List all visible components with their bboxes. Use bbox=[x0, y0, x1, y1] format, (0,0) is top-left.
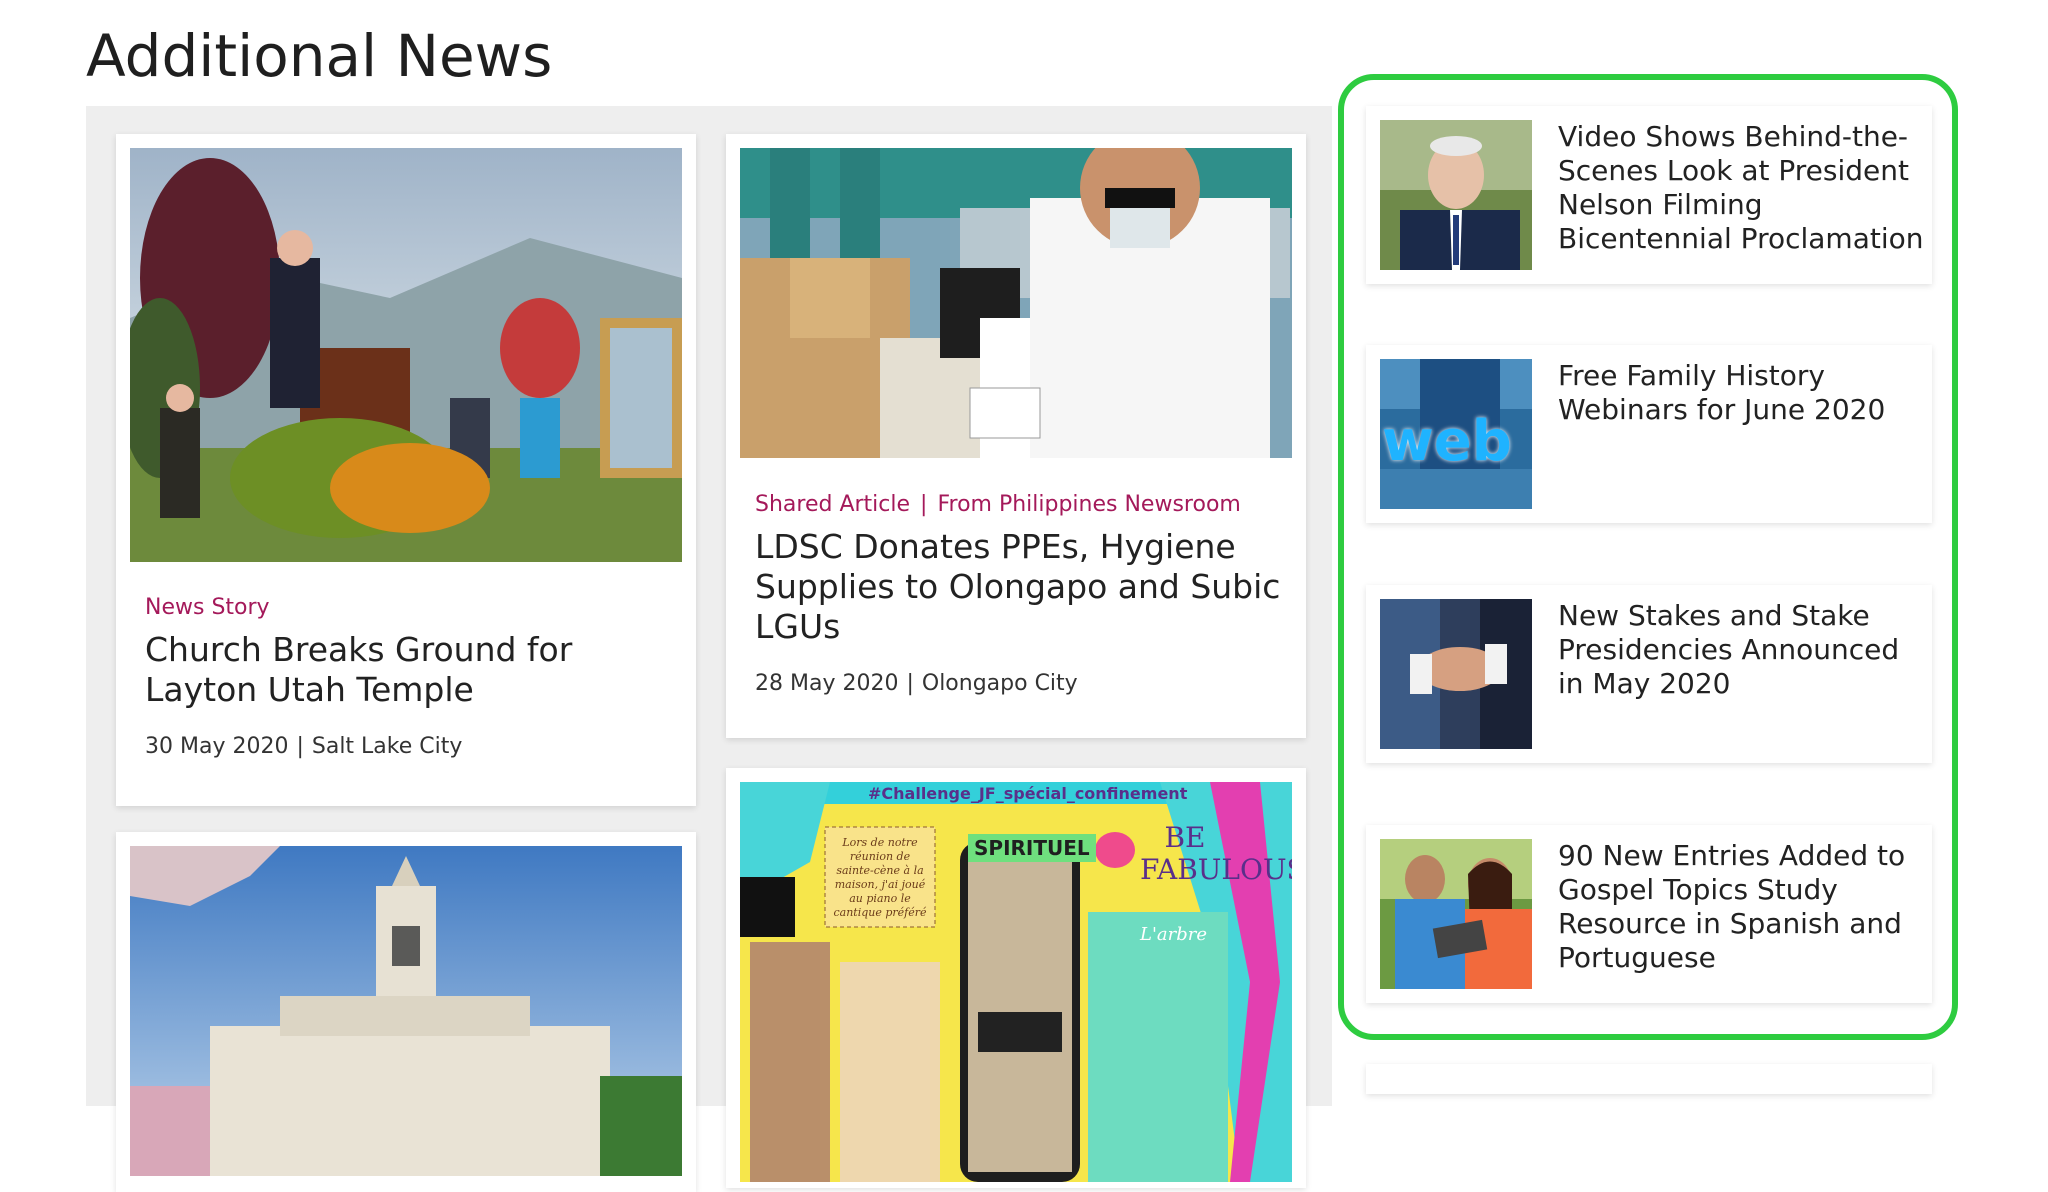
section-title: Additional News bbox=[86, 22, 553, 90]
web-text: web bbox=[1382, 409, 1512, 474]
article-type-label: News Story bbox=[145, 595, 270, 620]
side-news-item-nelson-video[interactable]: Video Shows Behind-the-Scenes Look at Pr… bbox=[1366, 106, 1932, 284]
side-news-item-new-stakes[interactable]: New Stakes and Stake Presidencies Announ… bbox=[1366, 585, 1932, 763]
news-card-temple[interactable] bbox=[116, 832, 696, 1192]
article-location: Salt Lake City bbox=[311, 734, 463, 759]
tablet-photo-icon bbox=[1380, 839, 1532, 989]
groundbreaking-photo[interactable] bbox=[130, 148, 682, 562]
article-date: 30 May 2020 bbox=[145, 734, 289, 759]
article-source-label: From Philippines Newsroom bbox=[937, 492, 1241, 517]
web-photo-icon: web bbox=[1380, 359, 1532, 509]
side-news-item-next[interactable] bbox=[1366, 1064, 1932, 1094]
news-card-ldsc-donates[interactable]: Shared Article | From Philippines Newsroom… bbox=[726, 134, 1306, 738]
article-headline[interactable]: Church Breaks Ground for Layton Utah Tem… bbox=[145, 630, 665, 710]
testimony-note: Lors de notre réunion de sainte-cène à l… bbox=[833, 836, 927, 919]
news-grid: News Story Church Breaks Ground for Layt… bbox=[86, 106, 1332, 1192]
temple-photo[interactable] bbox=[130, 846, 682, 1176]
challenge-hashtag: #Challenge_JF_spécial_confinement bbox=[868, 784, 1188, 803]
article-type-label: Shared Article bbox=[755, 492, 911, 517]
family-tree-label: L'arbre bbox=[1140, 924, 1208, 945]
side-news-item-family-history[interactable]: web Free Family History Webinars for Jun… bbox=[1366, 345, 1932, 523]
spirituel-label: SPIRITUEL bbox=[968, 834, 1096, 862]
handshake-photo-icon bbox=[1380, 599, 1532, 749]
article-headline[interactable]: LDSC Donates PPEs, Hygiene Supplies to O… bbox=[755, 527, 1285, 647]
article-date: 28 May 2020 bbox=[755, 671, 899, 696]
news-card-challenge[interactable]: #Challenge_JF_spécial_confinement SPIRIT… bbox=[726, 768, 1306, 1188]
side-news-title[interactable]: New Stakes and Stake Presidencies Announ… bbox=[1558, 599, 1926, 701]
portrait-photo-icon bbox=[1380, 120, 1532, 270]
side-news-item-gospel-topics[interactable]: 90 New Entries Added to Gospel Topics St… bbox=[1366, 825, 1932, 1003]
news-card-layton-temple[interactable]: News Story Church Breaks Ground for Layt… bbox=[116, 134, 696, 806]
challenge-collage-photo[interactable]: #Challenge_JF_spécial_confinement SPIRIT… bbox=[740, 782, 1292, 1182]
be-fabulous-label: BE FABULOUS bbox=[1140, 821, 1292, 886]
article-location: Olongapo City bbox=[921, 671, 1078, 696]
side-news-title[interactable]: Free Family History Webinars for June 20… bbox=[1558, 359, 1926, 427]
side-news-title[interactable]: Video Shows Behind-the-Scenes Look at Pr… bbox=[1558, 120, 1926, 256]
donation-photo[interactable] bbox=[740, 148, 1292, 458]
side-news-title[interactable]: 90 New Entries Added to Gospel Topics St… bbox=[1558, 839, 1926, 975]
